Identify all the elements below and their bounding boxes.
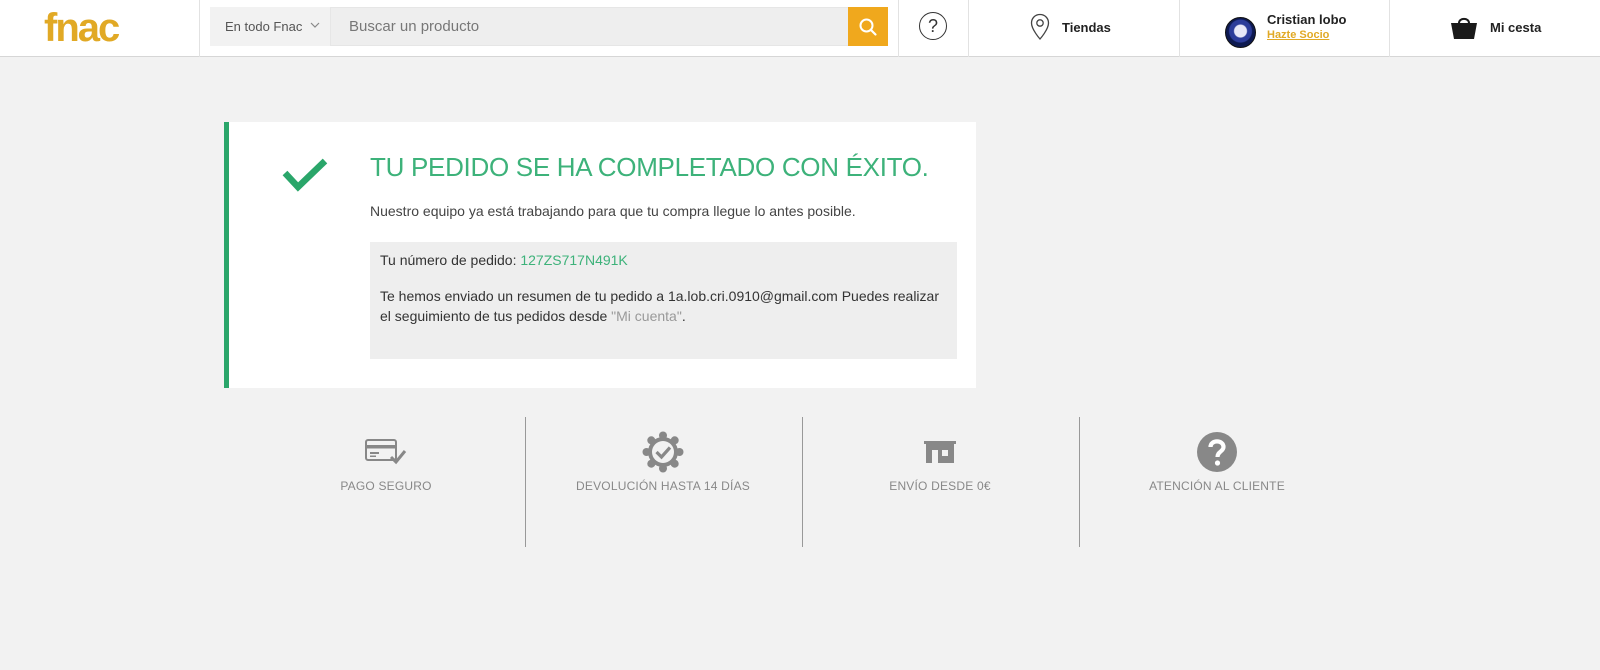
basket-icon bbox=[1451, 17, 1477, 39]
confirmation-subtitle: Nuestro equipo ya está trabajando para q… bbox=[370, 203, 856, 219]
feature-shipping: ENVÍO DESDE 0€ bbox=[802, 417, 1078, 547]
divider bbox=[199, 0, 200, 57]
order-info-box: Tu número de pedido: 127ZS717N491K Te he… bbox=[370, 242, 957, 359]
fnac-logo[interactable]: fnac bbox=[44, 6, 160, 50]
order-confirmation-card: TU PEDIDO SE HA COMPLETADO CON ÉXITO. Nu… bbox=[224, 122, 976, 388]
stores-label: Tiendas bbox=[1062, 19, 1111, 35]
hazte-socio-link[interactable]: Hazte Socio bbox=[1267, 29, 1329, 41]
store-icon bbox=[924, 441, 956, 463]
search-button[interactable] bbox=[848, 7, 888, 46]
features-bar: PAGO SEGURO DEVOLUCIÓN HASTA 14 DÍAS ENV… bbox=[248, 417, 1358, 547]
location-pin-icon bbox=[1030, 13, 1050, 40]
search-scope-label: En todo Fnac bbox=[225, 19, 303, 34]
order-number-label: Tu número de pedido: bbox=[380, 252, 517, 268]
divider bbox=[898, 0, 899, 57]
chevron-down-icon bbox=[310, 22, 320, 28]
divider bbox=[1179, 0, 1180, 57]
mi-cuenta-link[interactable]: "Mi cuenta" bbox=[611, 308, 682, 324]
summary-end: . bbox=[681, 308, 686, 324]
avatar bbox=[1225, 17, 1256, 48]
feature-label: DEVOLUCIÓN HASTA 14 DÍAS bbox=[576, 479, 750, 493]
order-summary-text: Te hemos enviado un resumen de tu pedido… bbox=[380, 286, 940, 326]
search-scope-select[interactable]: En todo Fnac bbox=[210, 7, 330, 46]
header: fnac En todo Fnac ? Tiendas Cristian lob… bbox=[0, 0, 1600, 57]
search-input[interactable] bbox=[330, 7, 848, 46]
feature-customer-service: ATENCIÓN AL CLIENTE bbox=[1079, 417, 1355, 547]
feature-label: ATENCIÓN AL CLIENTE bbox=[1149, 479, 1285, 493]
feature-label: ENVÍO DESDE 0€ bbox=[889, 479, 991, 493]
cart-label: Mi cesta bbox=[1490, 19, 1542, 35]
help-button[interactable]: ? bbox=[919, 12, 947, 40]
feature-secure-payment: PAGO SEGURO bbox=[248, 417, 524, 547]
search-icon bbox=[859, 18, 877, 36]
account-name: Cristian lobo bbox=[1267, 12, 1347, 27]
feature-returns: DEVOLUCIÓN HASTA 14 DÍAS bbox=[525, 417, 801, 547]
confirmation-title: TU PEDIDO SE HA COMPLETADO CON ÉXITO. bbox=[370, 152, 929, 182]
divider bbox=[1389, 0, 1390, 57]
order-number: 127ZS717N491K bbox=[520, 252, 628, 268]
help-icon: ? bbox=[927, 15, 938, 36]
divider bbox=[968, 0, 969, 57]
stores-link[interactable]: Tiendas bbox=[1030, 12, 1111, 42]
feature-label: PAGO SEGURO bbox=[340, 479, 432, 493]
question-circle-icon bbox=[1197, 432, 1237, 472]
credit-card-check-icon bbox=[365, 439, 407, 465]
cart-link[interactable]: Mi cesta bbox=[1450, 12, 1541, 42]
order-number-line: Tu número de pedido: 127ZS717N491K bbox=[380, 252, 947, 268]
check-icon bbox=[282, 158, 328, 192]
badge-check-icon bbox=[642, 431, 684, 473]
